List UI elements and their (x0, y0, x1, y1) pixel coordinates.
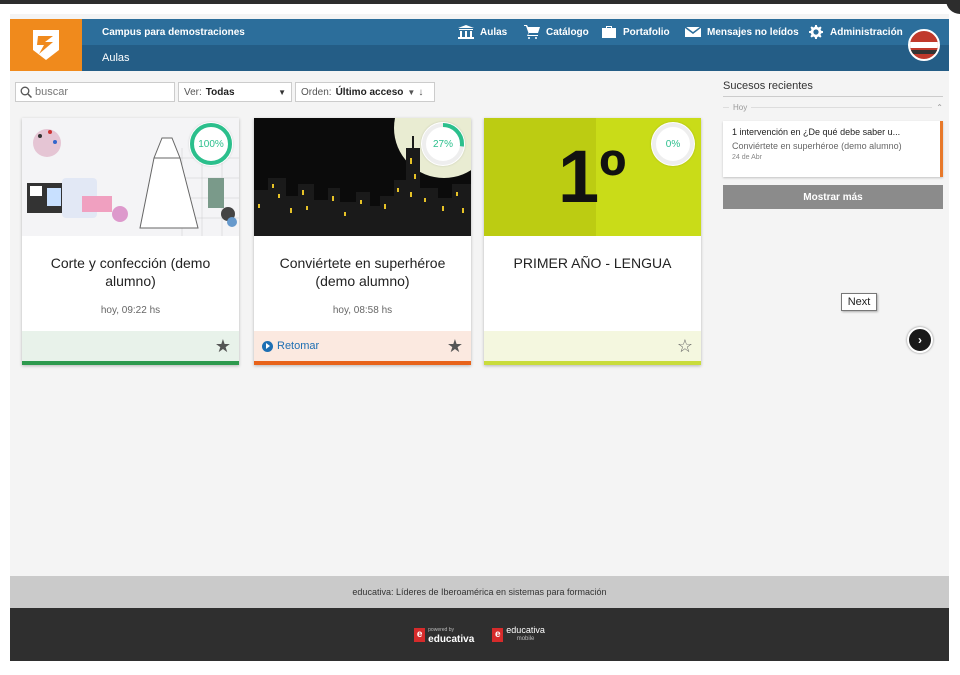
cart-icon (524, 25, 540, 39)
show-more-button[interactable]: Mostrar más (723, 185, 943, 209)
next-button[interactable]: › (907, 327, 933, 353)
event-date: 24 de Abr (732, 154, 762, 161)
ver-select[interactable]: Ver: Todas ▼ (178, 82, 292, 102)
logo[interactable] (10, 19, 82, 71)
ver-value: Todas (205, 86, 235, 98)
search-icon (20, 86, 32, 98)
envelope-icon (685, 26, 701, 37)
course-last-access: hoy, 08:58 hs (332, 305, 393, 316)
course-image-sewing: 100% (22, 118, 239, 236)
course-image-city: 27% (254, 118, 471, 236)
divider (751, 107, 933, 108)
nav-mensajes[interactable]: Mensajes no leídos (685, 25, 799, 39)
image-text: 1º (558, 135, 627, 218)
building-icon (458, 25, 474, 39)
brand-big: educativa (428, 633, 475, 645)
top-strip (0, 0, 960, 4)
course-accent-bar (484, 361, 701, 365)
nav-catalogo[interactable]: Catálogo (524, 25, 589, 39)
avatar-band (910, 42, 938, 48)
header-bar: Campus para demostraciones Aulas Aulas C… (10, 19, 949, 71)
recent-group-header[interactable]: Hoy ⌃ (723, 103, 943, 112)
course-card[interactable]: 27% Conviértete en superhéroe (demo alum… (254, 118, 471, 365)
header-subbar (82, 45, 949, 71)
nav-label: Portafolio (623, 26, 670, 38)
powered-by-educativa-logo[interactable]: e powered by educativa (414, 626, 474, 644)
star-filled-icon[interactable]: ★ (447, 336, 463, 357)
star-outline-icon[interactable]: ☆ (677, 336, 693, 357)
play-icon (262, 340, 273, 352)
star-filled-icon[interactable]: ★ (215, 336, 231, 357)
footer-brands: e powered by educativa e educativa mobil… (10, 608, 949, 661)
corner-close-icon[interactable] (946, 0, 960, 14)
educativa-e-icon: e (492, 627, 504, 642)
brand-small: mobile (516, 635, 535, 642)
brand-big: educativa (506, 624, 545, 635)
nav-label: Aulas (480, 26, 508, 38)
briefcase-icon (602, 26, 616, 38)
recent-group-label: Hoy (733, 103, 748, 112)
ver-label: Ver: (184, 86, 202, 98)
course-title[interactable]: PRIMER AÑO - LENGUA (492, 254, 693, 272)
course-footer: ☆ (484, 331, 701, 361)
progress-ring: 100% (189, 122, 233, 166)
page-frame: Campus para demostraciones Aulas Aulas C… (10, 14, 949, 661)
course-image-first-year: 1º 0% (484, 118, 701, 236)
progress-ring: 0% (651, 122, 695, 166)
footer-tagline: educativa: Líderes de Iberoamérica en si… (10, 576, 949, 608)
event-course: Conviértete en superhéroe (demo alumno) (732, 141, 902, 151)
resume-link[interactable]: Retomar (262, 340, 319, 352)
recent-event[interactable]: 1 intervención en ¿De qué debe saber u..… (723, 121, 943, 177)
nav-aulas[interactable]: Aulas (458, 25, 507, 39)
logo-icon (33, 30, 59, 60)
sort-arrow-icon[interactable]: ↓ (418, 87, 423, 98)
avatar-band (910, 50, 938, 54)
course-card[interactable]: 100% Corte y confección (demo alumno) ho… (22, 118, 239, 365)
next-tooltip: Next (841, 293, 877, 311)
educativa-e-icon: e (414, 627, 426, 642)
resume-label: Retomar (277, 340, 320, 352)
progress-ring: 27% (421, 122, 465, 166)
course-title[interactable]: Conviértete en superhéroe (demo alumno) (262, 254, 463, 290)
search-input[interactable]: buscar (15, 82, 175, 102)
course-footer: Retomar ★ (254, 331, 471, 361)
gear-icon (809, 25, 823, 39)
nav-label: Administración (830, 26, 903, 38)
orden-value: Último acceso (335, 86, 404, 98)
orden-select[interactable]: Orden: Último acceso ▼ ↓ (295, 82, 435, 102)
caret-down-icon: ▼ (407, 87, 416, 97)
orden-label: Orden: (301, 86, 332, 98)
caret-down-icon: ▼ (278, 87, 286, 97)
avatar[interactable] (908, 29, 940, 61)
course-card[interactable]: 1º 0% PRIMER AÑO - LENGUA ☆ (484, 118, 701, 365)
search-placeholder: buscar (35, 86, 69, 98)
event-title: 1 intervención en ¿De qué debe saber u..… (732, 127, 901, 137)
chevron-right-icon: › (918, 333, 922, 347)
divider (723, 107, 729, 108)
recent-events-title: Sucesos recientes (723, 80, 813, 92)
campus-name[interactable]: Campus para demostraciones (102, 27, 245, 38)
progress-value: 27% (432, 138, 453, 150)
nav-label: Mensajes no leídos (707, 26, 799, 38)
chevron-up-icon[interactable]: ⌃ (936, 103, 943, 112)
progress-value: 100% (198, 138, 224, 150)
section-title: Aulas (102, 52, 130, 64)
course-accent-bar (254, 361, 471, 365)
divider (723, 96, 943, 97)
course-accent-bar (22, 361, 239, 365)
course-last-access: hoy, 09:22 hs (100, 305, 161, 316)
nav-portafolio[interactable]: Portafolio (601, 25, 670, 39)
educativa-mobile-logo[interactable]: e educativa mobile (492, 624, 545, 644)
progress-value: 0% (665, 138, 681, 150)
nav-label: Catálogo (546, 26, 589, 38)
course-footer: ★ (22, 331, 239, 361)
course-title[interactable]: Corte y confección (demo alumno) (30, 254, 231, 290)
nav-administracion[interactable]: Administración (808, 25, 903, 39)
